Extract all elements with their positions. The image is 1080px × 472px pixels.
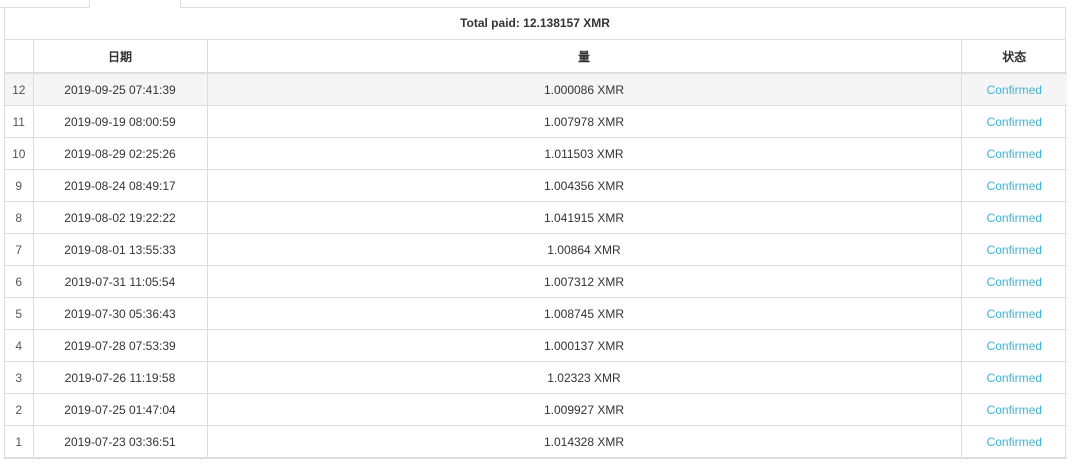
status-cell: Confirmed [960, 393, 1067, 426]
date-cell: 2019-07-23 03:36:51 [32, 425, 208, 458]
payments-panel: Total paid: 12.138157 XMR 日期 量 状态 12 2019… [4, 7, 1067, 459]
amount-cell: 1.011503 XMR [206, 137, 962, 170]
status-cell: Confirmed [960, 137, 1067, 170]
row-number-cell: 8 [5, 201, 34, 234]
status-cell: Confirmed [960, 329, 1067, 362]
table-row[interactable]: 10 2019-08-29 02:25:26 1.011503 XMR Confirm… [5, 137, 1067, 170]
amount-cell: 1.000086 XMR [206, 72, 962, 106]
status-cell: Confirmed [960, 201, 1067, 234]
row-number-cell: 7 [5, 233, 34, 266]
table-row[interactable]: 5 2019-07-30 05:36:43 1.008745 XMR Confirme… [5, 297, 1067, 330]
table-row[interactable]: 2 2019-07-25 01:47:04 1.009927 XMR Confirme… [5, 393, 1067, 426]
date-cell: 2019-07-31 11:05:54 [32, 265, 208, 298]
date-cell: 2019-09-19 08:00:59 [32, 105, 208, 138]
payments-table-body: 12 2019-09-25 07:41:39 1.000086 XMR Confirm… [5, 72, 1067, 458]
amount-cell: 1.007312 XMR [206, 265, 962, 298]
status-cell: Confirmed [960, 361, 1067, 394]
table-row[interactable]: 6 2019-07-31 11:05:54 1.007312 XMR Confirme… [5, 265, 1067, 298]
row-number-cell: 5 [5, 297, 34, 330]
payments-page: Total paid: 12.138157 XMR 日期 量 状态 12 2019… [0, 0, 1080, 472]
date-cell: 2019-07-26 11:19:58 [32, 361, 208, 394]
status-cell: Confirmed [960, 265, 1067, 298]
table-row[interactable]: 7 2019-08-01 13:55:33 1.00864 XMR Confirmed [5, 233, 1067, 266]
table-row[interactable]: 11 2019-09-19 08:00:59 1.007978 XMR Confirm… [5, 105, 1067, 138]
amount-cell: 1.041915 XMR [206, 201, 962, 234]
date-cell: 2019-09-25 07:41:39 [32, 72, 208, 106]
table-row[interactable]: 12 2019-09-25 07:41:39 1.000086 XMR Confirm… [5, 72, 1067, 106]
table-row[interactable]: 3 2019-07-26 11:19:58 1.02323 XMR Confirmed [5, 361, 1067, 394]
amount-cell: 1.014328 XMR [206, 425, 962, 458]
column-header-number[interactable] [5, 40, 34, 74]
date-cell: 2019-08-24 08:49:17 [32, 169, 208, 202]
column-header-amount[interactable]: 量 [206, 40, 962, 74]
row-number-cell: 11 [5, 105, 34, 138]
date-cell: 2019-07-28 07:53:39 [32, 329, 208, 362]
status-cell: Confirmed [960, 297, 1067, 330]
table-header-row: 日期 量 状态 [5, 40, 1067, 74]
status-cell: Confirmed [960, 72, 1067, 106]
amount-cell: 1.004356 XMR [206, 169, 962, 202]
status-cell: Confirmed [960, 169, 1067, 202]
column-header-status[interactable]: 状态 [960, 40, 1067, 74]
row-number-cell: 4 [5, 329, 34, 362]
row-number-cell: 2 [5, 393, 34, 426]
row-number-cell: 6 [5, 265, 34, 298]
table-row[interactable]: 1 2019-07-23 03:36:51 1.014328 XMR Confirme… [5, 425, 1067, 458]
table-row[interactable]: 4 2019-07-28 07:53:39 1.000137 XMR Confirme… [5, 329, 1067, 362]
row-number-cell: 10 [5, 137, 34, 170]
payments-table: 日期 量 状态 12 2019-09-25 07:41:39 1.000086 XM… [5, 40, 1067, 458]
column-header-date[interactable]: 日期 [32, 40, 208, 74]
amount-cell: 1.000137 XMR [206, 329, 962, 362]
amount-cell: 1.00864 XMR [206, 233, 962, 266]
amount-cell: 1.007978 XMR [206, 105, 962, 138]
date-cell: 2019-08-01 13:55:33 [32, 233, 208, 266]
table-row[interactable]: 8 2019-08-02 19:22:22 1.041915 XMR Confirme… [5, 201, 1067, 234]
status-cell: Confirmed [960, 105, 1067, 138]
row-number-cell: 9 [5, 169, 34, 202]
date-cell: 2019-08-02 19:22:22 [32, 201, 208, 234]
status-cell: Confirmed [960, 233, 1067, 266]
row-number-cell: 1 [5, 425, 34, 458]
amount-cell: 1.02323 XMR [206, 361, 962, 394]
total-paid-label: Total paid: 12.138157 XMR [5, 7, 1065, 40]
date-cell: 2019-07-30 05:36:43 [32, 297, 208, 330]
date-cell: 2019-08-29 02:25:26 [32, 137, 208, 170]
row-number-cell: 12 [5, 72, 34, 106]
amount-cell: 1.009927 XMR [206, 393, 962, 426]
row-number-cell: 3 [5, 361, 34, 394]
date-cell: 2019-07-25 01:47:04 [32, 393, 208, 426]
amount-cell: 1.008745 XMR [206, 297, 962, 330]
table-row[interactable]: 9 2019-08-24 08:49:17 1.004356 XMR Confirme… [5, 169, 1067, 202]
status-cell: Confirmed [960, 425, 1067, 458]
